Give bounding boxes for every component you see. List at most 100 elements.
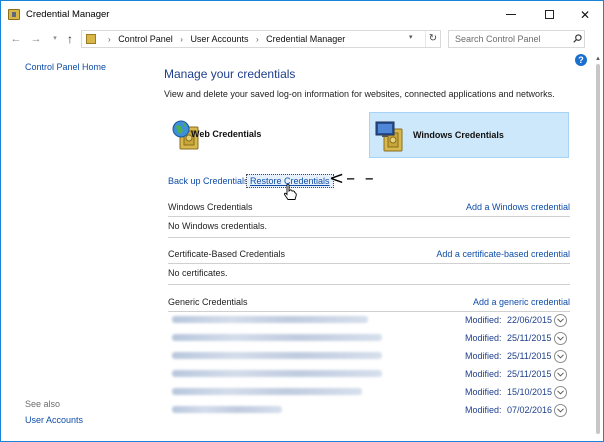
refresh-button[interactable]: ↻ xyxy=(425,31,440,47)
section-divider xyxy=(168,237,570,238)
expand-button[interactable] xyxy=(554,404,567,417)
window-title: Credential Manager xyxy=(26,9,110,20)
modified-label: Modified: xyxy=(465,351,502,361)
control-panel-home-link[interactable]: Control Panel Home xyxy=(25,62,106,72)
scroll-up-icon[interactable]: ▲ xyxy=(595,56,601,62)
modified-date: 25/11/2015 xyxy=(507,333,552,343)
certificate-credentials-section-title: Certificate-Based Credentials xyxy=(168,249,286,259)
generic-credential-row[interactable]: Modified: 15/10/2015 xyxy=(168,384,570,402)
generic-credential-row[interactable]: Modified: 07/02/2016 xyxy=(168,402,570,420)
windows-credentials-vault-icon xyxy=(375,121,403,152)
minimize-button[interactable] xyxy=(492,1,530,28)
hand-cursor-icon xyxy=(283,183,297,200)
section-divider xyxy=(168,284,570,285)
help-icon[interactable]: ? xyxy=(575,54,587,66)
scrollbar-thumb[interactable] xyxy=(596,64,600,434)
chevron-down-icon xyxy=(557,318,564,323)
add-certificate-credential-link[interactable]: Add a certificate-based credential xyxy=(436,249,570,259)
generic-credentials-section-title: Generic Credentials xyxy=(168,297,248,307)
redacted-credential-name xyxy=(172,316,368,323)
breadcrumb-credential-manager[interactable]: Credential Manager xyxy=(266,34,345,44)
breadcrumb-separator-icon[interactable]: › xyxy=(256,35,259,44)
forward-button[interactable]: → xyxy=(29,31,43,47)
modified-label: Modified: xyxy=(465,315,502,325)
add-windows-credential-link[interactable]: Add a Windows credential xyxy=(466,202,570,212)
expand-button[interactable] xyxy=(554,332,567,345)
credential-manager-app-icon xyxy=(8,9,20,20)
vertical-scrollbar[interactable]: ▲ xyxy=(593,50,603,441)
redacted-credential-name xyxy=(172,388,362,395)
windows-credentials-tile[interactable]: Windows Credentials xyxy=(369,112,569,158)
expand-button[interactable] xyxy=(554,350,567,363)
close-icon: ✕ xyxy=(579,7,591,22)
generic-credential-row[interactable]: Modified: 25/11/2015 xyxy=(168,366,570,384)
expand-button[interactable] xyxy=(554,368,567,381)
modified-date: 22/06/2015 xyxy=(507,315,553,325)
modified-date: 25/11/2015 xyxy=(507,369,552,379)
windows-credentials-empty-row: No Windows credentials. xyxy=(168,217,570,237)
web-credentials-tile[interactable]: Web Credentials xyxy=(168,112,368,158)
modified-date: 07/02/2016 xyxy=(507,405,553,415)
chevron-down-icon xyxy=(557,336,564,341)
see-also-label: See also xyxy=(25,399,61,409)
modified-label: Modified: xyxy=(465,387,502,397)
certificate-credentials-empty-row: No certificates. xyxy=(168,264,570,284)
breadcrumb-user-accounts[interactable]: User Accounts xyxy=(190,34,248,44)
redacted-credential-name xyxy=(172,334,382,341)
redacted-credential-name xyxy=(172,406,282,413)
breadcrumb: › Control Panel › User Accounts › Creden… xyxy=(103,34,345,44)
chevron-down-icon xyxy=(557,372,564,377)
no-windows-credentials-text: No Windows credentials. xyxy=(168,221,268,231)
generic-credential-row[interactable]: Modified: 22/06/2015 xyxy=(168,312,570,330)
forward-arrow-icon: → xyxy=(30,33,42,45)
main-content: ? Manage your credentials View and delet… xyxy=(151,50,591,441)
search-input[interactable] xyxy=(449,31,569,47)
maximize-icon xyxy=(544,10,554,19)
chevron-down-icon: ▾ xyxy=(409,34,413,41)
backup-credentials-link[interactable]: Back up Credentials xyxy=(168,176,249,186)
windows-credentials-section-title: Windows Credentials xyxy=(168,202,253,212)
title-bar[interactable]: Credential Manager ✕ xyxy=(1,1,603,28)
address-dropdown-button[interactable]: ▾ xyxy=(409,33,413,41)
modified-label: Modified: xyxy=(465,333,502,343)
page-description: View and delete your saved log-on inform… xyxy=(164,89,555,99)
left-pane: Control Panel Home See also User Account… xyxy=(1,50,151,441)
modified-date: 25/11/2015 xyxy=(507,351,552,361)
back-button[interactable]: ← xyxy=(9,31,23,47)
maximize-button[interactable] xyxy=(530,1,568,28)
control-panel-icon xyxy=(86,34,96,44)
minimize-icon xyxy=(506,14,516,15)
redacted-credential-name xyxy=(172,370,382,377)
up-button[interactable]: ↑ xyxy=(63,31,77,47)
modified-label: Modified: xyxy=(465,369,502,379)
breadcrumb-control-panel[interactable]: Control Panel xyxy=(118,34,173,44)
add-generic-credential-link[interactable]: Add a generic credential xyxy=(473,297,570,307)
chevron-down-icon xyxy=(557,354,564,359)
expand-button[interactable] xyxy=(554,386,567,399)
refresh-icon: ↻ xyxy=(428,33,438,44)
chevron-down-icon xyxy=(557,408,564,413)
credential-manager-window: Credential Manager ✕ ← → ▾ ↑ › Control P… xyxy=(0,0,604,442)
back-arrow-icon: ← xyxy=(10,33,22,45)
navigation-bar: ← → ▾ ↑ › Control Panel › User Accounts … xyxy=(1,28,603,50)
generic-credential-row[interactable]: Modified: 25/11/2015 xyxy=(168,348,570,366)
search-box[interactable] xyxy=(448,30,585,48)
annotation-arrow: <– – xyxy=(329,168,376,189)
page-title: Manage your credentials xyxy=(164,67,296,81)
breadcrumb-separator-icon: › xyxy=(108,35,111,44)
expand-button[interactable] xyxy=(554,314,567,327)
chevron-down-icon xyxy=(557,390,564,395)
modified-date: 15/10/2015 xyxy=(507,387,553,397)
address-bar[interactable]: › Control Panel › User Accounts › Creden… xyxy=(81,30,441,48)
generic-credential-row[interactable]: Modified: 25/11/2015 xyxy=(168,330,570,348)
recent-locations-button[interactable]: ▾ xyxy=(48,31,62,47)
search-icon[interactable] xyxy=(573,34,582,43)
windows-credentials-label: Windows Credentials xyxy=(413,130,504,140)
redacted-credential-name xyxy=(172,352,382,359)
no-certificates-text: No certificates. xyxy=(168,268,228,278)
chevron-down-icon: ▾ xyxy=(53,35,57,42)
up-arrow-icon: ↑ xyxy=(67,32,73,46)
close-button[interactable]: ✕ xyxy=(566,1,603,28)
user-accounts-link[interactable]: User Accounts xyxy=(25,415,83,425)
breadcrumb-separator-icon[interactable]: › xyxy=(180,35,183,44)
